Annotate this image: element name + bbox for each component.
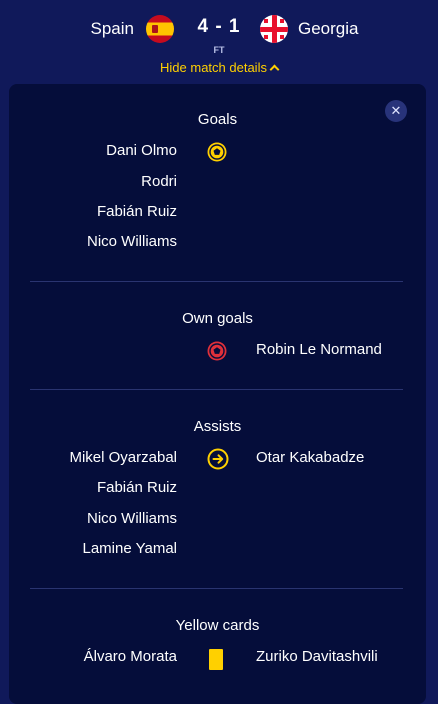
section-divider (30, 588, 403, 589)
hide-match-details-toggle[interactable]: Hide match details (0, 60, 438, 75)
yellow-cards-title: Yellow cards (175, 617, 260, 634)
own-goal-scorer: Robin Le Normand (256, 341, 382, 358)
match-status: FT (213, 45, 225, 55)
yellow-card-player: Álvaro Morata (83, 648, 177, 665)
match-header: Spain 4 - 1 FT Georgia Hide match detail… (0, 0, 438, 84)
assist-player: Otar Kakabadze (256, 449, 365, 466)
section-divider (30, 389, 403, 390)
georgia-flag-icon (260, 15, 288, 43)
assist-player: Nico Williams (87, 510, 177, 527)
goal-scorer: Dani Olmo (106, 142, 177, 159)
own-goals-title: Own goals (182, 310, 253, 327)
assists-title: Assists (193, 418, 242, 435)
chevron-up-icon (269, 64, 280, 75)
match-details-panel: ✕ Goals Dani Olmo Rodri Fabián Ruiz Nico… (9, 84, 426, 704)
yellow-card-icon (209, 649, 223, 670)
match-score: 4 - 1 (197, 16, 241, 37)
own-goal-ball-icon (207, 341, 227, 361)
assist-player: Lamine Yamal (82, 540, 178, 557)
spain-flag-icon (146, 15, 174, 43)
toggle-label: Hide match details (160, 60, 267, 75)
home-team-name: Spain (90, 19, 134, 38)
goals-title: Goals (197, 111, 238, 128)
yellow-card-player: Zuriko Davitashvili (256, 648, 378, 665)
assist-arrow-icon (207, 448, 229, 470)
assist-player: Fabián Ruiz (96, 479, 177, 496)
goal-scorer: Fabián Ruiz (96, 203, 177, 220)
section-divider (30, 281, 403, 282)
goal-ball-icon (207, 142, 227, 162)
goal-scorer: Rodri (141, 173, 177, 190)
away-team-name: Georgia (298, 19, 359, 38)
assist-player: Mikel Oyarzabal (69, 449, 177, 466)
goal-scorer: Nico Williams (87, 233, 177, 250)
